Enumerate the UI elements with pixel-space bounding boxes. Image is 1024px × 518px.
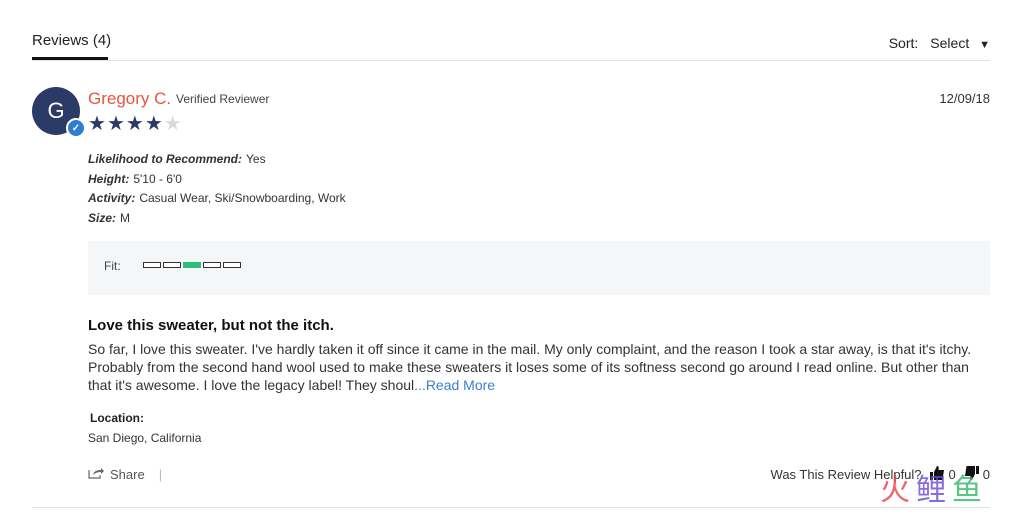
fit-segment [163,262,181,268]
sort-label: Sort: [888,35,919,51]
star-icon: ★ [106,113,125,135]
fit-segment [223,262,241,268]
star-icon: ★ [163,113,182,135]
location-value: San Diego, California [88,431,202,445]
review-date: 12/09/18 [939,91,990,106]
attribute-label: Likelihood to Recommend: [88,152,243,166]
review-body: So far, I love this sweater. I've hardly… [88,340,990,394]
fit-label: Fit: [104,259,121,273]
tab-active-indicator [32,57,108,60]
divider: | [158,466,163,482]
attribute-label: Height: [88,171,130,186]
verified-reviewer-label: Verified Reviewer [176,92,270,106]
attribute-recommend: Likelihood to Recommend: Yes [88,150,346,170]
star-icon: ★ [125,113,144,135]
review-body-text: So far, I love this sweater. I've hardly… [88,341,972,393]
reviews-tab-bar [32,0,990,61]
svg-text:火: 火 [880,473,910,508]
attribute-value: 5'10 - 6'0 [133,171,182,186]
svg-text:鱼: 鱼 [952,473,982,508]
watermark-logo: 火 鲤 鱼 [880,470,1000,510]
attribute-value: M [120,210,131,225]
star-rating: ★ ★ ★ ★ ★ [88,114,182,134]
fit-panel [88,241,990,295]
fit-segment [183,262,201,268]
sort-select[interactable]: Select ▼ [930,35,990,51]
attribute-value: Yes [246,152,266,166]
share-button[interactable]: Share | [88,466,162,482]
attribute-label: Activity: [88,191,136,205]
star-icon: ★ [88,113,106,135]
fit-scale [143,262,241,268]
tab-reviews[interactable]: Reviews (4) [32,32,111,49]
fit-segment [143,262,161,268]
sort-value: Select [930,35,970,51]
fit-segment [203,262,221,268]
reviewer-name: Gregory C. [88,89,172,108]
review-title: Love this sweater, but not the itch. [88,317,334,334]
share-icon [88,466,104,482]
attribute-label: Size: [88,210,117,225]
location-label: Location: [90,411,144,425]
attribute-size: Size: M [88,209,346,229]
star-icon: ★ [144,113,163,135]
verified-check-icon: ✓ [66,118,86,138]
attribute-height: Height: 5'10 - 6'0 [88,170,346,190]
read-more-link[interactable]: ...Read More [414,377,495,393]
sort-control[interactable]: Sort: Select ▼ [889,35,990,51]
divider [32,507,990,508]
share-label: Share [110,466,145,482]
reviewer-attributes: Likelihood to Recommend: Yes Height: 5'10 … [88,150,346,228]
caret-down-icon: ▼ [979,39,990,51]
attribute-activity: Activity: Casual Wear, Ski/Snowboarding, … [88,189,346,209]
attribute-value: Casual Wear, Ski/Snowboarding, Work [139,191,346,205]
svg-text:鲤: 鲤 [916,473,946,508]
